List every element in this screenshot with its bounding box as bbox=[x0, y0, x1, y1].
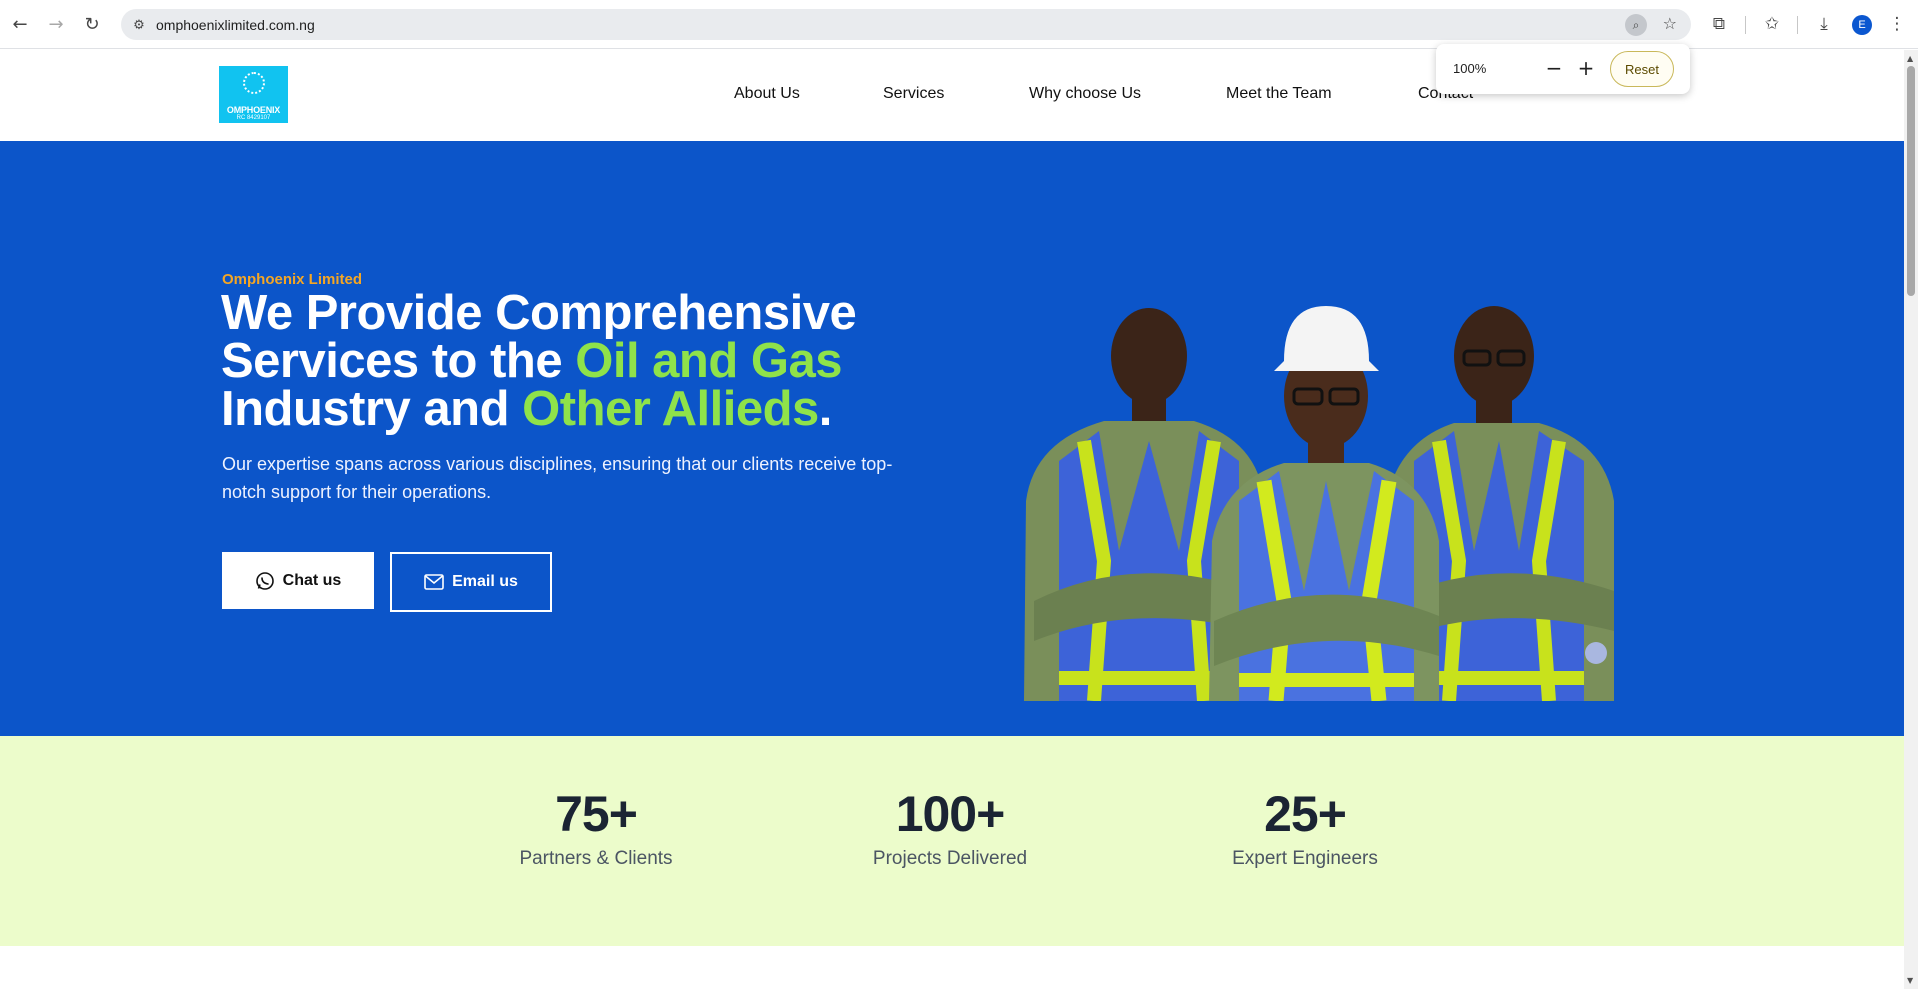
stat-value: 25+ bbox=[1264, 786, 1347, 842]
scrollbar-thumb[interactable] bbox=[1907, 66, 1915, 296]
hero-lead-text: Our expertise spans across various disci… bbox=[222, 454, 893, 502]
logo-rc-number: RC 8429107 bbox=[236, 115, 271, 121]
zoom-out-button[interactable]: − bbox=[1542, 56, 1566, 80]
toolbar-divider bbox=[1745, 16, 1746, 34]
headline-part: . bbox=[818, 382, 833, 436]
extensions-icon[interactable]: ⧉ bbox=[1707, 12, 1731, 36]
engineers-photo bbox=[1024, 306, 1614, 701]
nav-about-us[interactable]: About Us bbox=[734, 85, 800, 103]
address-bar[interactable]: ⚙ omphoenixlimited.com.ng ⌕ ☆ bbox=[121, 9, 1691, 40]
browser-toolbar: ← → ↻ ⚙ omphoenixlimited.com.ng ⌕ ☆ ⧉ ✩ … bbox=[0, 0, 1918, 49]
stat-value: 100+ bbox=[895, 786, 1006, 842]
site-info-icon[interactable]: ⚙ bbox=[129, 15, 149, 35]
stat-value: 75+ bbox=[555, 786, 638, 842]
nav-meet-the-team[interactable]: Meet the Team bbox=[1226, 85, 1332, 103]
scroll-down-icon[interactable]: ▼ bbox=[1907, 976, 1913, 985]
image-watermark-icon bbox=[1585, 642, 1607, 664]
nav-services[interactable]: Services bbox=[883, 85, 944, 103]
engineer-center bbox=[1209, 306, 1439, 701]
zoom-in-button[interactable]: + bbox=[1574, 56, 1598, 80]
hero-section: Omphoenix Limited We Provide Comprehensi… bbox=[0, 141, 1904, 736]
toolbar-divider bbox=[1797, 16, 1798, 34]
stat-engineers: 25+ Expert Engineers bbox=[1185, 786, 1425, 870]
zoom-icon[interactable]: ⌕ bbox=[1625, 14, 1647, 36]
stat-partners: 75+ Partners & Clients bbox=[476, 786, 716, 870]
forward-icon[interactable]: → bbox=[44, 12, 68, 36]
web-page: OMPHOENIX RC 8429107 About Us Services W… bbox=[0, 50, 1904, 989]
bookmark-star-icon[interactable]: ☆ bbox=[1663, 14, 1677, 33]
url-text[interactable]: omphoenixlimited.com.ng bbox=[156, 17, 315, 33]
stat-label: Expert Engineers bbox=[1232, 848, 1378, 869]
stat-label: Projects Delivered bbox=[872, 848, 1028, 869]
whatsapp-icon bbox=[255, 571, 274, 590]
email-us-button[interactable]: Email us bbox=[390, 552, 552, 612]
download-icon[interactable]: ⤓ bbox=[1812, 12, 1836, 36]
headline-part: Industry and bbox=[221, 382, 523, 436]
email-us-label: Email us bbox=[452, 573, 518, 590]
chat-us-label: Chat us bbox=[282, 571, 342, 589]
zoom-reset-button[interactable]: Reset bbox=[1610, 51, 1674, 87]
profile-avatar[interactable]: E bbox=[1852, 15, 1872, 35]
scroll-up-icon[interactable]: ▲ bbox=[1907, 54, 1913, 63]
nav-why-choose-us[interactable]: Why choose Us bbox=[1029, 85, 1141, 103]
mail-icon bbox=[424, 574, 444, 590]
page-scrollbar[interactable]: ▲ ▼ bbox=[1904, 50, 1918, 989]
menu-icon[interactable]: ⋮ bbox=[1885, 12, 1909, 36]
zoom-popup: 100% − + Reset bbox=[1436, 44, 1690, 94]
stat-label: Partners & Clients bbox=[519, 848, 673, 869]
stats-section: 75+ Partners & Clients 100+ Projects Del… bbox=[0, 736, 1904, 946]
stat-projects: 100+ Projects Delivered bbox=[830, 786, 1070, 870]
reload-icon[interactable]: ↻ bbox=[80, 12, 104, 36]
zoom-level: 100% bbox=[1453, 61, 1487, 76]
hero-headline: We Provide Comprehensive Services to the… bbox=[221, 289, 941, 436]
back-icon[interactable]: ← bbox=[8, 12, 32, 36]
chat-us-button[interactable]: Chat us bbox=[222, 552, 374, 609]
headline-accent: Other Allieds bbox=[522, 382, 819, 436]
headline-accent: Oil and Gas bbox=[575, 334, 843, 388]
bookmarks-icon[interactable]: ✩ bbox=[1760, 12, 1784, 36]
